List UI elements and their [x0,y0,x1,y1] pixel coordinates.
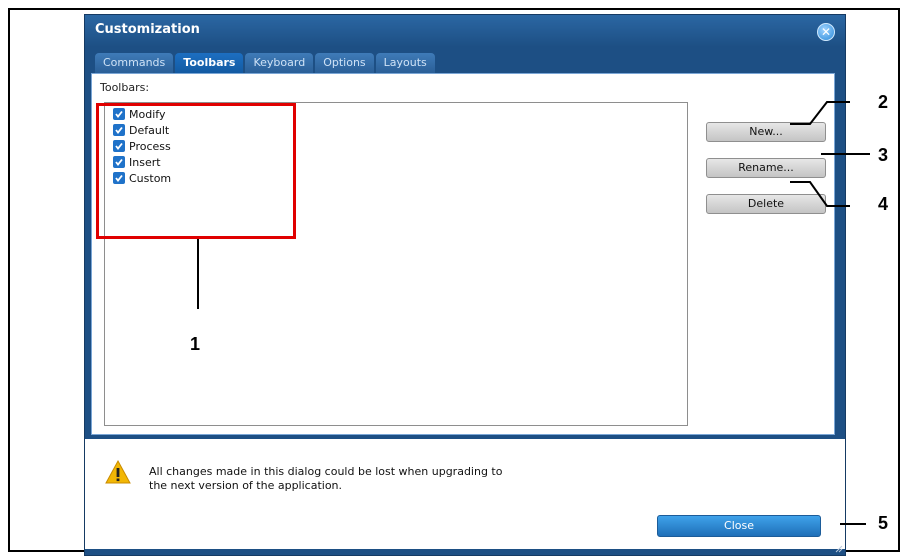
callout-4-leader [790,181,850,207]
warning-line-1: All changes made in this dialog could be… [149,465,503,478]
close-window-icon[interactable]: ✕ [817,23,835,41]
callout-2-leader [790,101,850,125]
tab-bar: Commands Toolbars Keyboard Options Layou… [95,53,435,73]
tab-options[interactable]: Options [315,53,374,73]
callout-leaders [790,101,870,207]
title-bar[interactable]: Customization ✕ [85,15,845,47]
window-title: Customization [95,22,200,37]
callout-5-number: 5 [878,513,889,533]
toolbars-label: Toolbars: [100,81,150,94]
tab-keyboard[interactable]: Keyboard [245,53,314,73]
tab-toolbars[interactable]: Toolbars [175,53,244,73]
callout-3-number: 3 [878,145,889,165]
callout-1-number: 1 [190,334,201,354]
callout-1-highlight [96,103,296,239]
warning-line-2: the next version of the application. [149,479,343,492]
tab-layouts[interactable]: Layouts [375,53,435,73]
callout-4-number: 4 [878,194,889,214]
callout-2-number: 2 [878,92,889,112]
warning-text: All changes made in this dialog could be… [149,465,629,493]
callout-1-leader [197,239,199,309]
tab-commands[interactable]: Commands [95,53,174,73]
callout-5-leader [840,523,866,525]
dialog-footer: All changes made in this dialog could be… [85,439,845,549]
resize-grip-icon[interactable] [833,543,843,553]
close-button[interactable]: Close [657,515,821,537]
warning-icon [105,459,131,484]
